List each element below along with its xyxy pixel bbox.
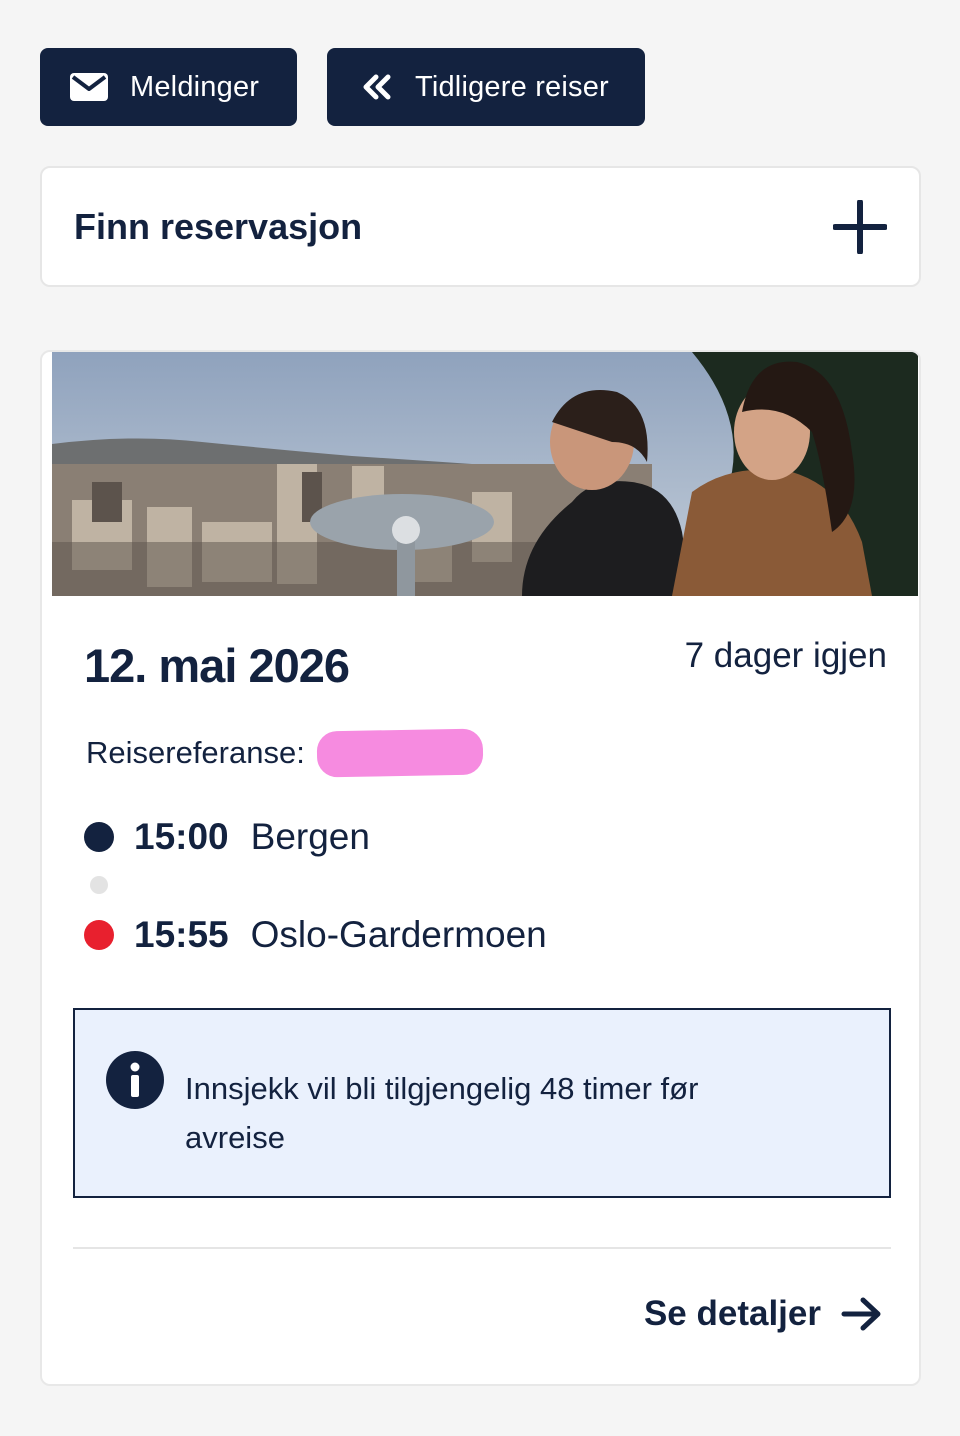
days-remaining: 7 dager igjen: [684, 636, 887, 675]
see-details-label: Se detaljer: [643, 1294, 821, 1333]
route-dot: [90, 876, 108, 894]
arrow-right-icon: [841, 1297, 881, 1331]
departure-place: Bergen: [250, 816, 370, 857]
plus-icon[interactable]: [833, 199, 887, 254]
previous-trips-label: Tidligere reiser: [415, 70, 609, 103]
previous-trips-button[interactable]: Tidligere reiser: [327, 48, 645, 126]
trip-date: 12. mai 2026: [84, 639, 350, 692]
arrival-place: Oslo-Gardermoen: [250, 914, 547, 955]
booking-reference-label: Reisereferanse:: [86, 735, 305, 770]
departure-dot: [84, 822, 114, 852]
trip-hero-image: [52, 352, 918, 596]
card-divider: [73, 1247, 891, 1249]
find-reservation-panel[interactable]: Finn reservasjon: [40, 166, 921, 287]
info-icon: [105, 1050, 165, 1110]
checkin-info-box: Innsjekk vil bli tilgjengelig 48 timer f…: [73, 1008, 891, 1198]
departure-stop: 15:00 Bergen: [84, 816, 370, 858]
find-reservation-title: Finn reservasjon: [74, 205, 363, 247]
envelope-icon: [70, 73, 108, 101]
trip-card: 12. mai 2026 7 dager igjen Reisereferans…: [40, 350, 921, 1386]
top-button-row: Meldinger Tidligere reiser: [40, 48, 645, 126]
double-chevron-left-icon: [363, 74, 391, 100]
see-details-link[interactable]: Se detaljer: [644, 1294, 883, 1334]
messages-label: Meldinger: [130, 70, 260, 103]
departure-time: 15:00: [134, 816, 229, 857]
arrival-dot: [84, 920, 114, 950]
messages-button[interactable]: Meldinger: [40, 48, 297, 126]
redacted-reference: [316, 728, 484, 778]
arrival-time: 15:55: [134, 914, 229, 955]
checkin-info-text: Innsjekk vil bli tilgjengelig 48 timer f…: [185, 1071, 699, 1155]
arrival-stop: 15:55 Oslo-Gardermoen: [84, 914, 547, 956]
booking-reference: Reisereferanse:: [86, 728, 484, 778]
